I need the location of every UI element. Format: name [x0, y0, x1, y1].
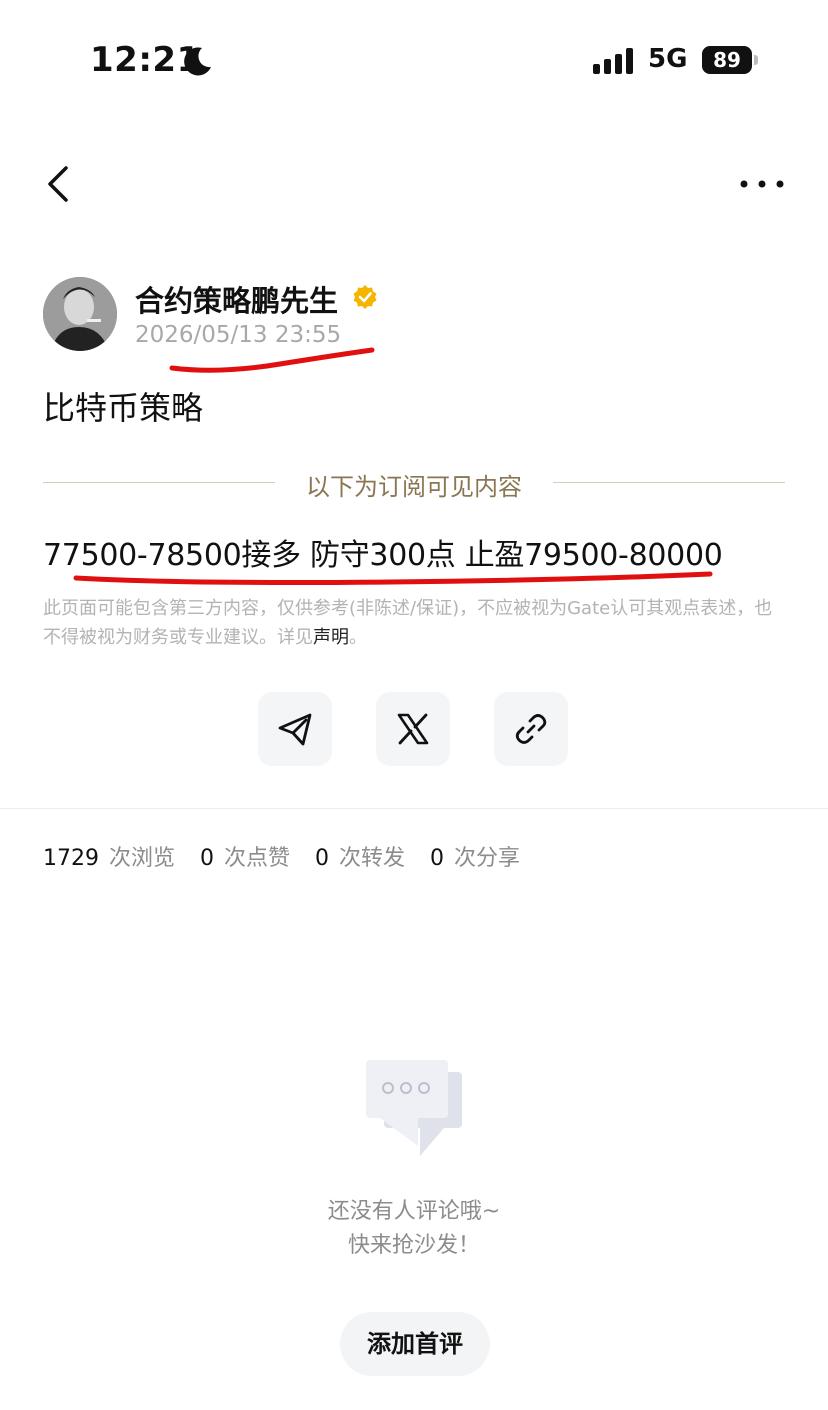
views-count: 1729	[43, 846, 99, 871]
verified-badge-icon	[353, 285, 377, 309]
post-title: 比特币策略	[43, 389, 204, 427]
share-link-button[interactable]	[494, 692, 568, 766]
disclaimer: 此页面可能包含第三方内容，仅供参考(非陈述/保证)，不应被视为Gate认可其观点…	[43, 594, 788, 652]
link-icon	[515, 714, 547, 744]
likes-count: 0	[200, 846, 215, 871]
reposts-label: 次转发	[339, 846, 406, 871]
battery-tip	[754, 55, 758, 65]
subscription-label: 以下为订阅可见内容	[306, 473, 522, 501]
empty-comments-line2: 快来抢沙发！	[347, 1233, 480, 1258]
telegram-icon	[278, 713, 312, 746]
network-label: 5G	[648, 44, 688, 74]
share-telegram-button[interactable]	[258, 692, 332, 766]
more-dots-icon[interactable]	[738, 166, 786, 202]
signal-icon	[593, 48, 633, 74]
avatar[interactable]	[43, 277, 117, 351]
shares-count: 0	[430, 846, 445, 871]
empty-comments-text: 还没有人评论哦~ 快来抢沙发！	[0, 1195, 828, 1263]
disclaimer-link[interactable]: 声明	[313, 627, 349, 648]
section-separator	[0, 808, 828, 809]
post-stats: 1729 次浏览 0 次点赞 0 次转发 0 次分享	[43, 840, 538, 872]
author-name[interactable]: 合约策略鹏先生	[135, 278, 338, 320]
reposts-count: 0	[315, 846, 330, 871]
likes-label: 次点赞	[224, 846, 291, 871]
moon-icon	[184, 47, 211, 76]
shares-label: 次分享	[454, 846, 521, 871]
x-icon	[397, 713, 429, 745]
views-label: 次浏览	[109, 846, 176, 871]
share-x-button[interactable]	[376, 692, 450, 766]
annotation-underline-date	[169, 347, 375, 373]
disclaimer-end: 。	[349, 627, 367, 648]
disclaimer-text: 此页面可能包含第三方内容，仅供参考(非陈述/保证)，不应被视为Gate认可其观点…	[43, 598, 773, 648]
chevron-left-icon[interactable]	[40, 164, 80, 204]
add-first-comment-button[interactable]: 添加首评	[340, 1312, 490, 1376]
battery-icon: 89	[702, 46, 752, 74]
comment-bubble-icon	[366, 1060, 462, 1156]
empty-comments-line1: 还没有人评论哦~	[327, 1199, 501, 1224]
annotation-underline-strategy	[73, 571, 713, 585]
